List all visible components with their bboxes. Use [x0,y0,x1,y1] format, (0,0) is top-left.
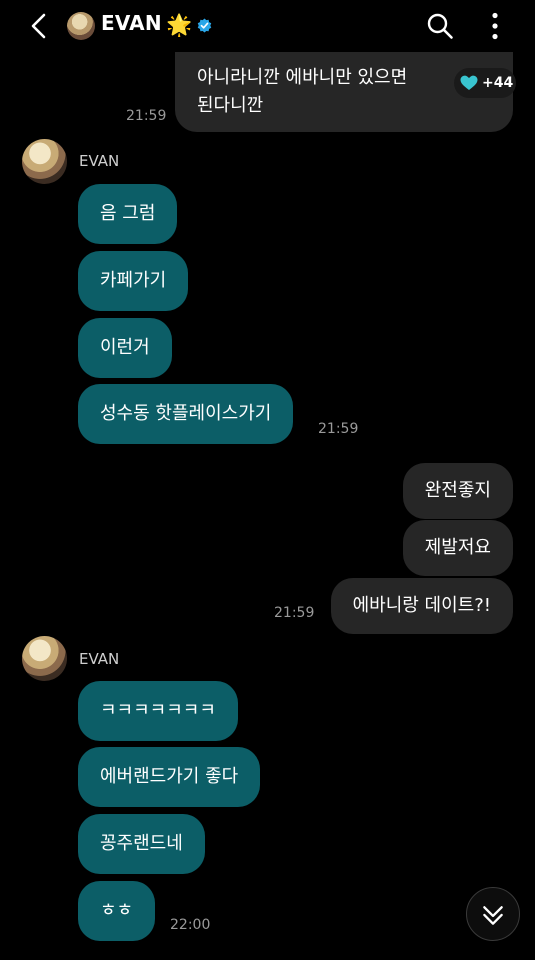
incoming-message[interactable]: 카페가기 [78,251,189,311]
double-chevron-down-icon [483,906,503,925]
more-vertical-icon[interactable] [484,12,506,40]
message-time: 21:59 [126,108,167,124]
message-text: ㅎㅎ [100,900,134,921]
message-time: 21:59 [274,605,315,621]
reaction-badge[interactable]: +44 [454,68,516,98]
verified-badge-icon [197,18,212,33]
outgoing-message[interactable]: 완전좋지 [402,463,513,519]
message-text: 음 그럼 [100,203,156,224]
message-text: ㅋㅋㅋㅋㅋㅋㅋ [100,700,216,721]
title-emoji: 🌟 [166,13,193,37]
incoming-message[interactable]: 에버랜드가기 좋다 [78,747,261,807]
chat-screen: EVAN 🌟 아니라니깐 에바니만 있으면 된다니깐 +44 21:59 EVA… [0,0,535,960]
sender-avatar[interactable] [22,636,67,681]
reaction-count: +44 [482,75,514,91]
message-line: 아니라니깐 에바니만 있으면 [197,67,408,88]
message-text: 완전좋지 [424,480,491,501]
message-text: 카페가기 [100,270,167,291]
incoming-message[interactable]: ㅎㅎ [78,881,156,941]
sender-avatar[interactable] [22,139,67,184]
message-text: 꽁주랜드네 [100,833,183,854]
incoming-message[interactable]: 이런거 [78,318,172,378]
message-line: 된다니깐 [197,95,264,116]
incoming-message[interactable]: 성수동 핫플레이스가기 [78,384,294,444]
incoming-message[interactable]: 꽁주랜드네 [78,814,205,874]
sender-name: EVAN [79,152,120,170]
message-text: 에버랜드가기 좋다 [100,766,239,787]
heart-icon [460,75,478,90]
header-avatar[interactable] [67,12,95,40]
search-icon[interactable] [426,12,454,40]
message-time: 21:59 [318,421,359,437]
chevron-left-icon[interactable] [26,10,54,42]
message-text: 에바니랑 데이트?! [352,595,491,616]
outgoing-message[interactable]: 제발저요 [402,520,513,576]
chat-header: EVAN 🌟 [0,0,535,52]
message-text: 제발저요 [424,537,491,558]
message-text: 성수동 핫플레이스가기 [100,403,272,424]
sender-name: EVAN [79,650,120,668]
outgoing-message[interactable]: 에바니랑 데이트?! [330,578,513,634]
message-text: 이런거 [100,337,150,358]
chat-title[interactable]: EVAN [101,11,162,35]
scroll-to-bottom-button[interactable] [466,887,520,941]
incoming-message[interactable]: 음 그럼 [78,184,178,244]
message-time: 22:00 [170,917,211,933]
incoming-message[interactable]: ㅋㅋㅋㅋㅋㅋㅋ [78,681,238,741]
